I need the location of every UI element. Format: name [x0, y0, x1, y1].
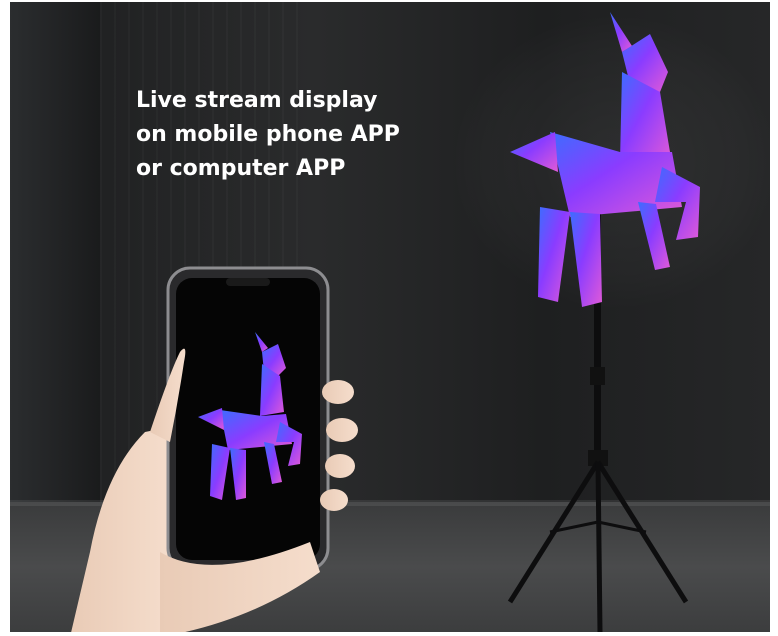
hand-finger-3	[325, 454, 355, 478]
product-photo-frame: Live stream display on mobile phone APP …	[0, 0, 778, 636]
hand-finger-2	[326, 418, 358, 442]
phone-notch	[226, 278, 270, 286]
tripod-leg-center	[595, 461, 603, 632]
unicorn-hologram-icon	[510, 12, 700, 307]
hand-finger-1	[322, 380, 354, 404]
phone-in-hand	[50, 252, 380, 632]
hand-and-phone-illustration	[71, 266, 358, 632]
hand-palm	[71, 427, 170, 632]
stand-clamp	[590, 367, 605, 385]
studio-scene: Live stream display on mobile phone APP …	[10, 2, 770, 632]
hand-finger-4	[320, 489, 348, 511]
